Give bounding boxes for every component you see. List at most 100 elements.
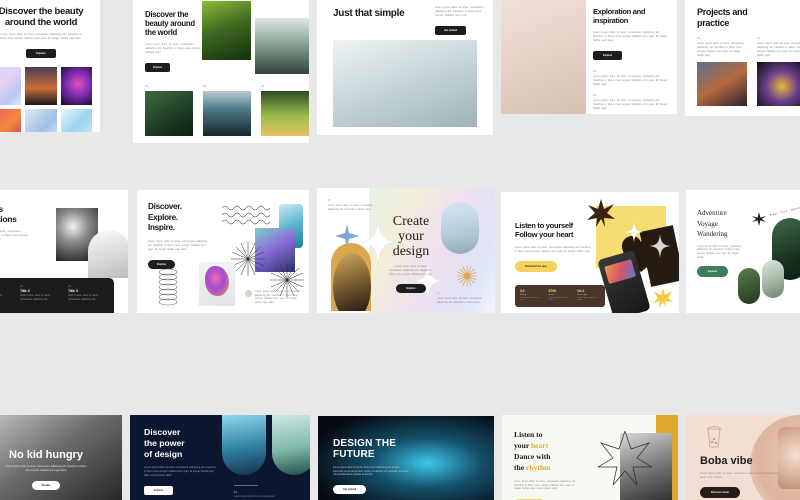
card-heading: Listen to your heart Dance with the rhyt… xyxy=(514,430,551,472)
card-body: Lorem ipsum dolor sit amet, consectetur … xyxy=(700,472,779,479)
card-heading: Exploration and inspiration xyxy=(593,7,646,25)
item-text: Lorem ipsum dolor sit amet, consectetur … xyxy=(328,204,374,211)
gradient-tile-red xyxy=(0,109,22,132)
card-body: Lorem ipsum dolor sit amet, consectetur … xyxy=(5,465,87,472)
strip-number: 02 xyxy=(20,285,23,288)
template-card-listen-to-your-heart[interactable]: Listen to your heart Dance with the rhyt… xyxy=(502,415,678,500)
item-number: 01 xyxy=(328,199,331,202)
card-heading: Boba vibe xyxy=(700,455,753,467)
item-number: 02 xyxy=(593,92,597,97)
photo-lake xyxy=(203,91,251,136)
abstract-sculpture xyxy=(205,266,229,296)
explore-button[interactable]: Explore xyxy=(396,284,426,294)
template-card-discover-explore-inspire[interactable]: Discover. Explore. Inspire. Lorem ipsum do… xyxy=(137,190,309,313)
asterisk-star-icon xyxy=(752,212,766,226)
photo-teal-object-1 xyxy=(222,415,266,475)
item-text: Lorem ipsum dolor sit amet, consectetur … xyxy=(757,42,800,57)
card-heading: Discover. Explore. Inspire. xyxy=(148,202,182,233)
sun-icon xyxy=(457,266,477,286)
item-text: Lorem ipsum dolor sit amet, consectetur … xyxy=(593,74,668,86)
badge-plant-tree-nature: Plant · Tree · Nature xyxy=(769,206,800,217)
photo-pedestal xyxy=(199,262,235,306)
template-card-listen-to-yourself[interactable]: Listen to yourself Follow your heart Lore… xyxy=(501,192,679,313)
gradient-tile-orange xyxy=(25,67,57,106)
card-heading: Discover the power of design xyxy=(144,427,185,459)
stat-value: No.1 xyxy=(577,289,585,293)
card-body: Lorem ipsum dolor sit amet, consectetur … xyxy=(0,33,82,41)
template-card-exploration-inspiration[interactable]: Exploration and inspiration Lorem ipsum d… xyxy=(501,0,677,114)
wavy-lines-icon xyxy=(222,205,271,225)
template-card-projects-practice[interactable]: Projects and practice 01 Lorem ipsum dolo… xyxy=(685,0,800,116)
starburst-icon xyxy=(231,242,265,276)
donate-button[interactable]: Donate xyxy=(31,480,61,490)
template-card-just-that-simple[interactable]: Just that simple Lorem ipsum dolor sit a… xyxy=(317,0,493,135)
photo-misty-hills xyxy=(255,18,309,74)
item-text: Lorem ipsum dolor sit amet, consectetur … xyxy=(697,42,744,57)
card-heading: DesignsInspirations xyxy=(0,204,17,225)
stat-label: Rating xyxy=(520,294,527,296)
template-card-discover-beauty-gradients[interactable]: Discover the beauty around the world Lore… xyxy=(0,0,100,132)
strip-title: Title 1 xyxy=(0,289,10,293)
discover-menu-button[interactable]: Discover menu xyxy=(700,486,740,498)
photo-leaf-small xyxy=(738,268,760,304)
card-caption: Lorem ipsum dolor sit amet, consectetur … xyxy=(255,290,301,305)
photo-forest-canopy xyxy=(202,1,251,60)
get-started-button[interactable]: Get started xyxy=(435,26,467,36)
explore-button[interactable]: Explore xyxy=(26,49,56,59)
card-body: Lorem ipsum dolor sit amet, consectetur … xyxy=(389,265,433,276)
template-gallery: Discover the beauty around the world Lore… xyxy=(0,0,800,500)
explore-button[interactable]: Explore xyxy=(144,485,174,495)
card-heading: Create your design xyxy=(392,214,430,260)
template-card-create-your-design[interactable]: 01 Lorem ipsum dolor sit amet, consectet… xyxy=(317,188,495,313)
card-body: Lorem ipsum dolor sit amet, consectetur … xyxy=(0,230,28,241)
item-number: 01 xyxy=(234,491,237,494)
card-heading: No kid hungry xyxy=(9,449,83,461)
photo-teal-object-2 xyxy=(272,415,310,475)
card-body: Lorem ipsum dolor sit amet, consectetur … xyxy=(593,30,668,42)
template-card-designs-inspirations[interactable]: DesignsInspirations Lorem ipsum dolor si… xyxy=(0,190,128,313)
strip-text: Lorem ipsum dolor sit amet, consectetur … xyxy=(68,295,99,301)
card-body: Lorem ipsum dolor sit amet, consectetur … xyxy=(148,239,208,251)
template-card-adventure-voyage[interactable]: Adventure Voyage Wandering Lorem ipsum dol… xyxy=(686,190,800,313)
item-number: 02 xyxy=(757,36,761,40)
card-heading: Discover the beauty around the world xyxy=(0,6,84,29)
strip-number: 03 xyxy=(68,285,71,288)
explore-button[interactable]: Explore xyxy=(593,50,623,60)
card-heading: Discover the beauty around the world xyxy=(145,10,195,38)
template-card-design-the-future[interactable]: DESIGN THE FUTURE Lorem ipsum dolor sit a… xyxy=(318,416,494,500)
explore-button[interactable]: Explore xyxy=(697,266,729,278)
stat-value: 4.9 xyxy=(520,289,525,293)
card-heading: Adventure Voyage Wandering xyxy=(697,209,728,238)
photo-gold-abstract xyxy=(757,61,800,106)
card-body: Lorem ipsum dolor sit amet, consectetur … xyxy=(697,244,743,259)
boba-cup-outline-icon xyxy=(706,426,722,448)
stat-label: Music app xyxy=(577,294,587,296)
stat-sub: Lorem ipsum dolor sit amet xyxy=(520,297,540,301)
item-number: 01 xyxy=(593,68,597,73)
get-started-button[interactable]: Get started xyxy=(333,484,367,494)
stats-bar: 4.9 Rating Lorem ipsum dolor sit amet 87… xyxy=(515,285,605,307)
template-card-boba-vibe[interactable]: Boba vibe Lorem ipsum dolor sit amet, co… xyxy=(686,415,800,500)
starburst-outline-icon xyxy=(598,431,652,485)
template-card-no-kid-hungry[interactable]: No kid hungry Lorem ipsum dolor sit amet… xyxy=(0,415,122,500)
card-body: Lorem ipsum dolor sit amet, consectetur … xyxy=(144,466,216,477)
card-heading: Just that simple xyxy=(333,8,405,19)
template-card-discover-power-of-design[interactable]: Discover the power of design Lorem ipsum d… xyxy=(130,415,310,500)
template-card-discover-beauty-nature[interactable]: Discover the beauty around the world Lorem… xyxy=(133,0,309,143)
strip-text: Lorem ipsum dolor sit amet, consectetur … xyxy=(20,295,51,301)
spiral-coil-icon xyxy=(158,268,178,306)
album-art xyxy=(604,259,637,285)
download-app-button[interactable]: Download the app xyxy=(515,260,557,272)
photo-interior-room xyxy=(501,0,586,114)
explore-button[interactable]: Explore xyxy=(145,62,171,72)
stat-value: 870K xyxy=(548,289,557,293)
item-number: 03 xyxy=(261,84,265,88)
card-body: Lorem ipsum dolor sit amet, consectetur … xyxy=(435,6,484,18)
item-number: 01 xyxy=(697,36,701,40)
photo-leaf-speckled xyxy=(762,260,784,298)
card-heading: DESIGN THE FUTURE xyxy=(333,438,397,461)
photo-field xyxy=(261,91,309,136)
photo-pine xyxy=(145,91,193,136)
sparkle-silver-icon xyxy=(649,234,671,258)
card-heading: Listen to yourself Follow your heart xyxy=(515,221,574,239)
